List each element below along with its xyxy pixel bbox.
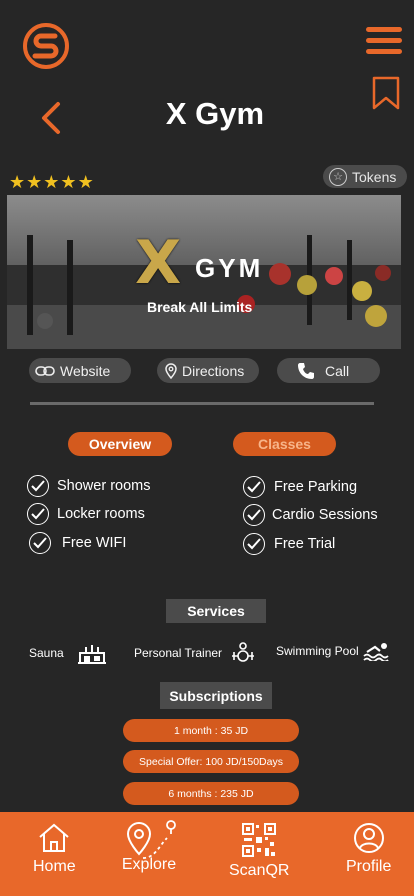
subscription-plan[interactable]: 6 months : 235 JD <box>123 782 299 805</box>
star-icon: ★ <box>77 172 94 192</box>
amenity-item: Free Parking <box>243 476 357 498</box>
subscription-plan[interactable]: 1 month : 35 JD <box>123 719 299 742</box>
service-item-pool: Swimming Pool <box>276 641 391 661</box>
service-item-trainer: Personal Trainer <box>134 640 256 666</box>
nav-explore-label: Explore <box>121 856 177 873</box>
website-label: Website <box>60 362 111 379</box>
call-label: Call <box>325 362 350 379</box>
star-icon: ★ <box>43 172 60 192</box>
check-icon <box>27 503 49 525</box>
home-icon <box>39 823 69 852</box>
bottom-navigation: Home Explore ScanQR Profile <box>0 812 414 896</box>
qr-code-icon <box>242 823 277 857</box>
phone-icon <box>297 362 315 380</box>
trainer-icon <box>232 642 255 662</box>
nav-scanqr[interactable]: ScanQR <box>229 822 289 880</box>
check-icon <box>243 504 265 526</box>
nav-profile-label: Profile <box>346 858 392 875</box>
swimmer-icon <box>363 643 389 661</box>
rating-stars: ★ ★ ★ ★ ★ <box>9 172 94 192</box>
amenity-item: Free Trial <box>243 533 335 555</box>
subscription-plan[interactable]: Special Offer: 100 JD/150Days <box>123 750 299 773</box>
tab-overview[interactable]: Overview <box>68 432 172 456</box>
amenity-item: Cardio Sessions <box>243 504 378 526</box>
sauna-icon <box>77 645 106 664</box>
link-icon <box>35 364 55 378</box>
check-icon <box>27 475 49 497</box>
star-coin-icon: ☆ <box>329 167 347 186</box>
profile-icon <box>353 823 384 853</box>
nav-explore[interactable]: Explore <box>119 816 179 874</box>
hero-logo-mark: X <box>135 228 182 298</box>
hamburger-menu-icon[interactable] <box>366 27 402 55</box>
website-button[interactable]: Website <box>29 358 131 383</box>
call-button[interactable]: Call <box>277 358 380 383</box>
nav-home-label: Home <box>33 858 76 875</box>
star-icon: ★ <box>9 172 26 192</box>
brand-logo-icon[interactable] <box>22 22 70 70</box>
hero-tagline: Break All Limits <box>147 299 253 315</box>
check-icon <box>243 476 265 498</box>
page-title: X Gym <box>165 96 265 131</box>
gym-hero-image: X GYM Break All Limits <box>7 195 401 349</box>
map-route-icon <box>126 820 176 859</box>
tokens-label: Tokens <box>352 168 397 185</box>
star-icon: ★ <box>26 172 43 192</box>
nav-home[interactable]: Home <box>33 822 76 876</box>
amenity-item: Free WIFI <box>29 532 126 554</box>
section-divider <box>30 402 374 405</box>
hero-logo-text: GYM <box>195 253 264 283</box>
nav-profile[interactable]: Profile <box>346 822 391 876</box>
star-icon: ★ <box>60 172 77 192</box>
directions-button[interactable]: Directions <box>157 358 259 383</box>
amenity-item: Locker rooms <box>27 503 145 525</box>
check-icon <box>243 533 265 555</box>
tab-classes[interactable]: Classes <box>233 432 336 456</box>
tokens-button[interactable]: ☆ Tokens <box>323 165 407 188</box>
directions-label: Directions <box>182 362 245 379</box>
check-icon <box>29 532 51 554</box>
amenity-item: Shower rooms <box>27 475 150 497</box>
services-heading: Services <box>166 599 266 623</box>
location-pin-icon <box>165 362 177 379</box>
nav-scanqr-label: ScanQR <box>229 862 290 879</box>
subscriptions-heading: Subscriptions <box>160 682 272 709</box>
service-item-sauna: Sauna <box>29 641 108 665</box>
